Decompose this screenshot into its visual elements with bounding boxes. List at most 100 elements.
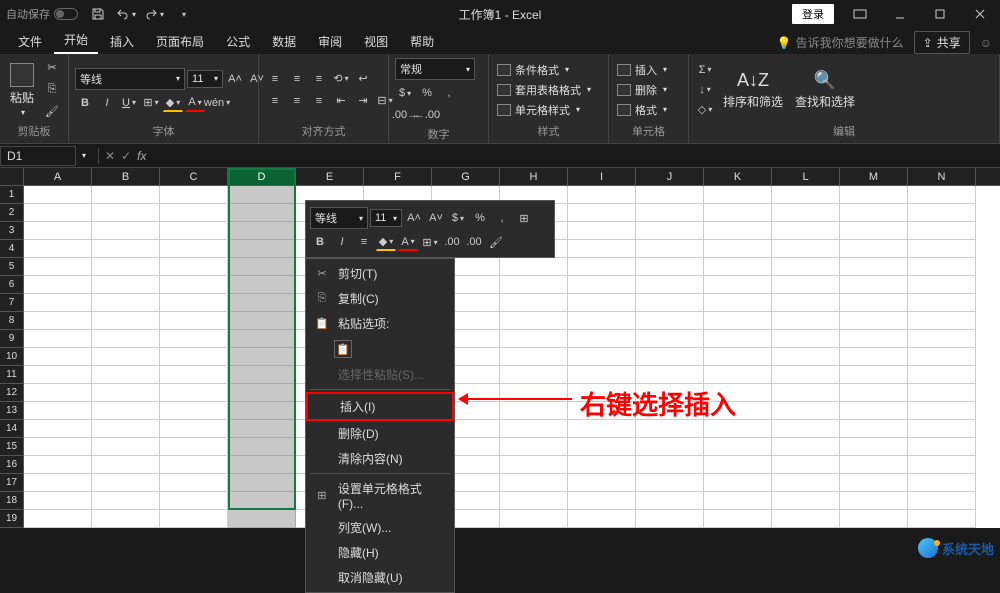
insert-cells-button[interactable]: 插入▾ bbox=[615, 61, 669, 79]
cell[interactable] bbox=[636, 186, 704, 204]
cell[interactable] bbox=[24, 402, 92, 420]
cell[interactable] bbox=[160, 294, 228, 312]
cell[interactable] bbox=[228, 438, 296, 456]
number-format-combo[interactable]: 常规▾ bbox=[395, 58, 475, 80]
cell[interactable] bbox=[160, 438, 228, 456]
cell[interactable] bbox=[228, 492, 296, 510]
column-header[interactable]: J bbox=[636, 168, 704, 185]
cell[interactable] bbox=[704, 186, 772, 204]
cell[interactable] bbox=[908, 474, 976, 492]
cell[interactable] bbox=[840, 366, 908, 384]
cell[interactable] bbox=[500, 492, 568, 510]
cell[interactable] bbox=[908, 294, 976, 312]
cell[interactable] bbox=[772, 312, 840, 330]
qat-customize-icon[interactable]: ▾ bbox=[174, 4, 194, 24]
close-icon[interactable] bbox=[966, 4, 994, 24]
autosum-icon[interactable]: Σ▾ bbox=[695, 61, 715, 79]
cell[interactable] bbox=[92, 384, 160, 402]
cell[interactable] bbox=[636, 276, 704, 294]
cell[interactable] bbox=[840, 276, 908, 294]
column-header[interactable]: B bbox=[92, 168, 160, 185]
cell[interactable] bbox=[772, 438, 840, 456]
cell[interactable] bbox=[704, 366, 772, 384]
cell[interactable] bbox=[840, 420, 908, 438]
cell[interactable] bbox=[636, 294, 704, 312]
cell[interactable] bbox=[500, 330, 568, 348]
column-header[interactable]: L bbox=[772, 168, 840, 185]
undo-icon[interactable]: ▾ bbox=[116, 4, 136, 24]
cell[interactable] bbox=[704, 438, 772, 456]
copy-icon[interactable]: ⎘ bbox=[42, 81, 62, 99]
format-painter-icon[interactable]: 🖌 bbox=[42, 103, 62, 121]
font-name-combo[interactable]: 等线▾ bbox=[75, 68, 185, 90]
cell[interactable] bbox=[908, 384, 976, 402]
cell[interactable] bbox=[840, 510, 908, 528]
cell[interactable] bbox=[24, 258, 92, 276]
mini-border-icon[interactable]: ⊞▾ bbox=[420, 233, 440, 251]
format-cells-button[interactable]: 格式▾ bbox=[615, 101, 669, 119]
column-header[interactable]: A bbox=[24, 168, 92, 185]
cell[interactable] bbox=[636, 510, 704, 528]
cell[interactable] bbox=[24, 330, 92, 348]
formula-bar[interactable] bbox=[154, 154, 1000, 158]
cell[interactable] bbox=[228, 456, 296, 474]
cell[interactable] bbox=[92, 222, 160, 240]
find-select-button[interactable]: 🔍 查找和选择 bbox=[791, 66, 859, 114]
cell[interactable] bbox=[228, 474, 296, 492]
column-header[interactable]: E bbox=[296, 168, 364, 185]
conditional-formatting-button[interactable]: 条件格式▾ bbox=[495, 61, 593, 79]
cell[interactable] bbox=[840, 240, 908, 258]
row-header[interactable]: 15 bbox=[0, 438, 24, 456]
sort-filter-button[interactable]: A↓Z 排序和筛选 bbox=[719, 66, 787, 114]
cell[interactable] bbox=[92, 348, 160, 366]
cell[interactable] bbox=[92, 258, 160, 276]
row-header[interactable]: 3 bbox=[0, 222, 24, 240]
cell[interactable] bbox=[840, 258, 908, 276]
cell[interactable] bbox=[704, 348, 772, 366]
cell[interactable] bbox=[908, 402, 976, 420]
cell[interactable] bbox=[840, 330, 908, 348]
cell[interactable] bbox=[160, 492, 228, 510]
mini-align-icon[interactable]: ≡ bbox=[354, 233, 374, 251]
mini-percent-icon[interactable]: % bbox=[470, 209, 490, 227]
cell[interactable] bbox=[772, 456, 840, 474]
tab-home[interactable]: 开始 bbox=[54, 27, 98, 54]
align-center-icon[interactable]: ≡ bbox=[287, 92, 307, 110]
font-color-icon[interactable]: A▾ bbox=[185, 94, 205, 112]
cell[interactable] bbox=[636, 258, 704, 276]
cell[interactable] bbox=[228, 312, 296, 330]
cell[interactable] bbox=[92, 276, 160, 294]
cell[interactable] bbox=[568, 204, 636, 222]
cell[interactable] bbox=[24, 366, 92, 384]
cell[interactable] bbox=[636, 492, 704, 510]
cell[interactable] bbox=[24, 420, 92, 438]
cell[interactable] bbox=[772, 492, 840, 510]
cell[interactable] bbox=[568, 294, 636, 312]
cell[interactable] bbox=[568, 276, 636, 294]
cell[interactable] bbox=[636, 366, 704, 384]
cell[interactable] bbox=[840, 348, 908, 366]
cell[interactable] bbox=[908, 186, 976, 204]
cell[interactable] bbox=[840, 384, 908, 402]
cell[interactable] bbox=[704, 240, 772, 258]
column-header[interactable]: M bbox=[840, 168, 908, 185]
share-button[interactable]: ⇪ 共享 bbox=[914, 31, 970, 54]
select-all-corner[interactable] bbox=[0, 168, 24, 185]
cell[interactable] bbox=[92, 240, 160, 258]
cell[interactable] bbox=[228, 204, 296, 222]
increase-indent-icon[interactable]: ⇥ bbox=[353, 92, 373, 110]
cell[interactable] bbox=[500, 348, 568, 366]
cell[interactable] bbox=[160, 420, 228, 438]
cell[interactable] bbox=[636, 420, 704, 438]
name-box[interactable] bbox=[0, 146, 76, 166]
orientation-icon[interactable]: ⟲▾ bbox=[331, 70, 351, 88]
clear-icon[interactable]: ◇▾ bbox=[695, 101, 715, 119]
ctx-unhide[interactable]: 取消隐藏(U) bbox=[306, 565, 454, 590]
cell[interactable] bbox=[160, 510, 228, 528]
cell[interactable] bbox=[92, 312, 160, 330]
cell[interactable] bbox=[568, 510, 636, 528]
cell[interactable] bbox=[636, 348, 704, 366]
borders-icon[interactable]: ⊞▾ bbox=[141, 94, 161, 112]
cell[interactable] bbox=[500, 474, 568, 492]
cell[interactable] bbox=[92, 420, 160, 438]
